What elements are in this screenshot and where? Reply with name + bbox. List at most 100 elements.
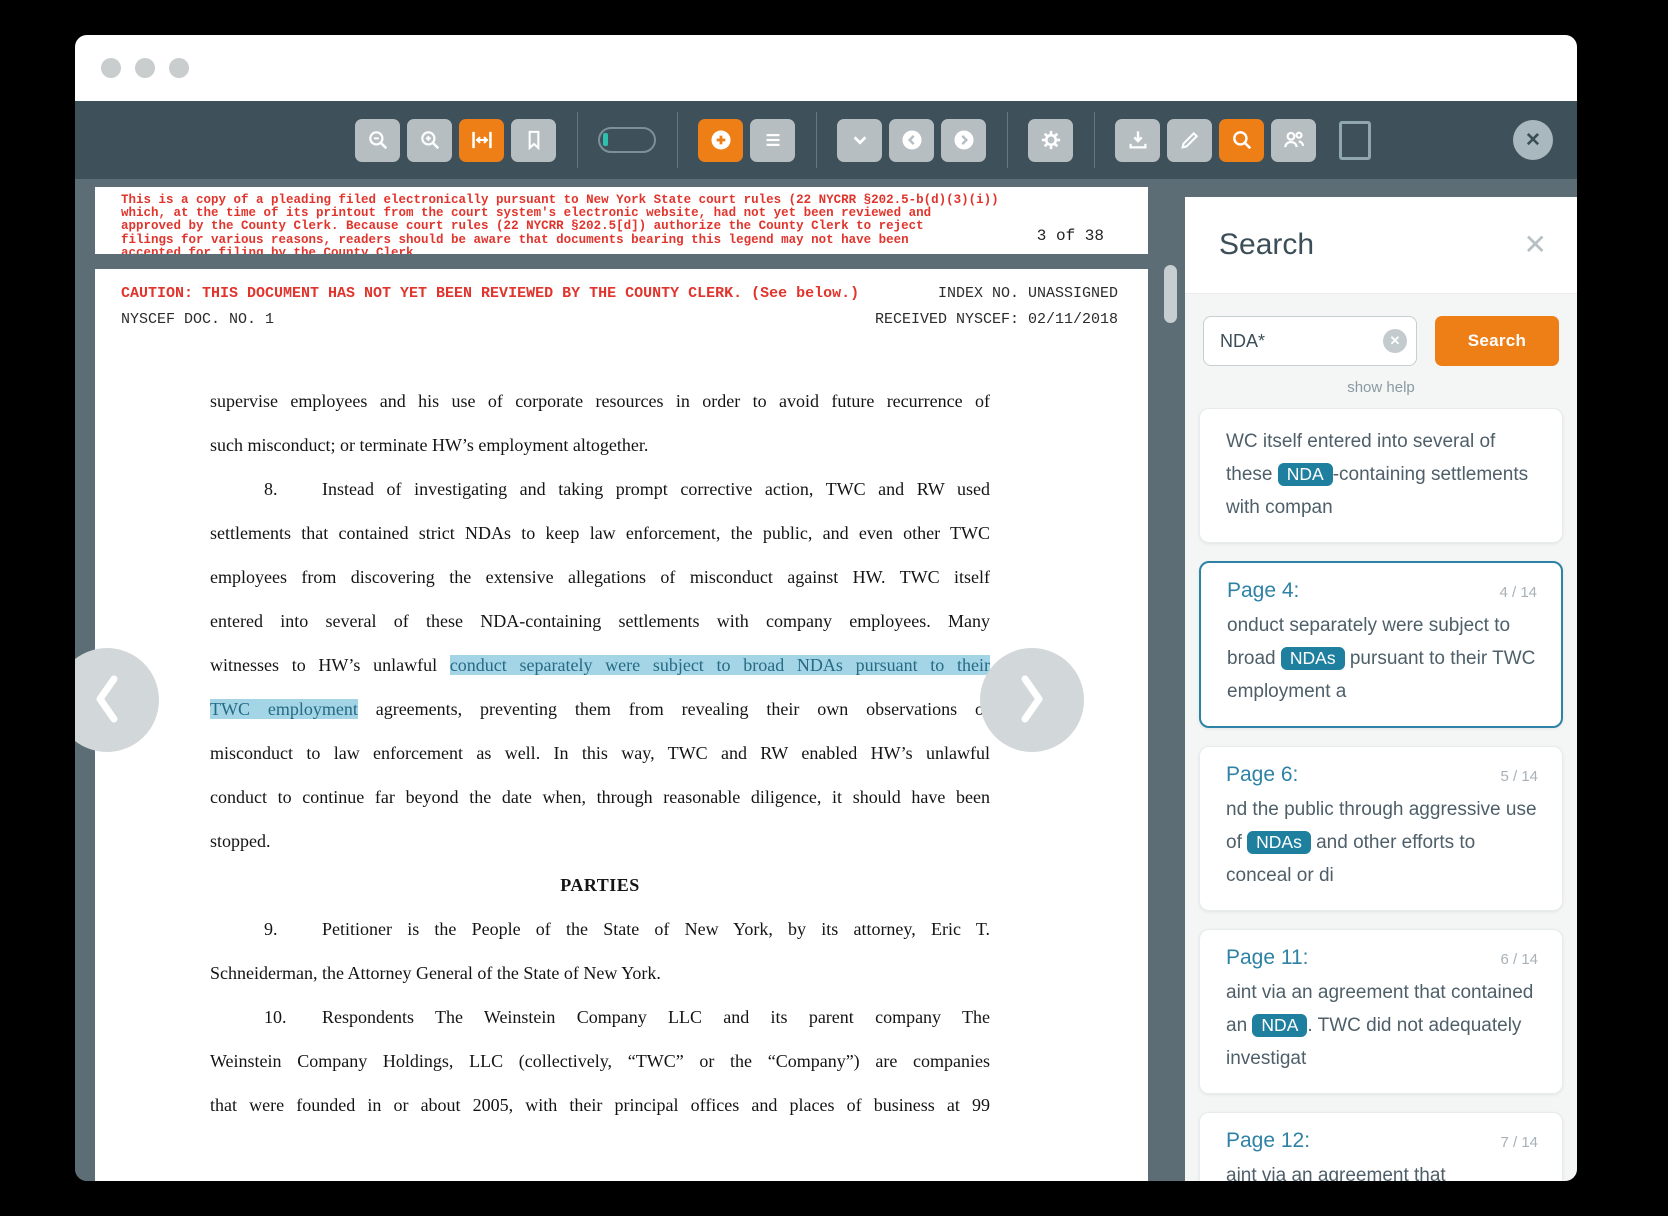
zoom-in-icon <box>417 127 443 153</box>
doc-number: NYSCEF DOC. NO. 1 <box>121 307 274 333</box>
settings-gear-icon <box>1038 127 1064 153</box>
doc-text: Instead of investigating and taking prom… <box>322 479 990 499</box>
doc-line: settlements that contained strict NDAs t… <box>210 511 990 555</box>
doc-line: that were founded in or about 2005, with… <box>210 1083 990 1127</box>
list-icon <box>760 127 786 153</box>
page-outline-icon <box>1339 121 1371 160</box>
download-icon <box>1125 127 1151 153</box>
search-result-card[interactable]: Page 11:6 / 14aint via an agreement that… <box>1199 929 1563 1094</box>
efiling-disclaimer: This is a copy of a pleading filed elect… <box>95 187 1148 254</box>
doc-text: Schneiderman, the Attorney General of th… <box>210 963 661 983</box>
search-icon <box>1229 127 1255 153</box>
doc-line: witnesses to HW’s unlawful conduct separ… <box>210 643 990 687</box>
chevron-down-button[interactable] <box>837 119 882 162</box>
doc-text: agreements, preventing them from reveali… <box>358 699 990 719</box>
window-control-close[interactable] <box>101 58 121 78</box>
result-page-label: Page 4: <box>1227 579 1299 603</box>
search-panel-header: Search ✕ <box>1185 197 1577 294</box>
doc-line: Weinstein Company Holdings, LLC (collect… <box>210 1039 990 1083</box>
toolbar-separator <box>677 112 678 168</box>
clear-search-icon[interactable]: ✕ <box>1383 329 1407 353</box>
next-page-button[interactable] <box>980 648 1084 752</box>
next-circle-button[interactable] <box>941 119 986 162</box>
doc-text: Weinstein Company Holdings, LLC (collect… <box>210 1051 990 1071</box>
result-count: 5 / 14 <box>1500 768 1538 785</box>
match-badge: NDAs <box>1281 647 1345 670</box>
list-button[interactable] <box>750 119 795 162</box>
toolbar: ✕ <box>75 101 1577 179</box>
toolbar-separator <box>1094 112 1095 168</box>
zoom-out-button[interactable] <box>355 119 400 162</box>
fit-width-button[interactable] <box>459 119 504 162</box>
edit-pencil-button[interactable] <box>1167 119 1212 162</box>
result-page-label: Page 11: <box>1226 946 1309 970</box>
prev-circle-button[interactable] <box>889 119 934 162</box>
viewer-close-button[interactable]: ✕ <box>1513 120 1553 160</box>
zoom-in-button[interactable] <box>407 119 452 162</box>
prev-circle-icon <box>899 127 925 153</box>
doc-section-heading: PARTIES <box>210 863 990 907</box>
doc-line: employees from discovering the extensive… <box>210 555 990 599</box>
result-page-label: Page 12: <box>1226 1129 1310 1153</box>
search-result-card[interactable]: Page 4:4 / 14onduct separately were subj… <box>1199 561 1563 728</box>
doc-text: Respondents The Weinstein Company LLC an… <box>322 1007 990 1027</box>
progress-pill-toggle[interactable] <box>598 127 656 153</box>
chevron-left-icon <box>90 673 124 728</box>
document-viewer: This is a copy of a pleading filed elect… <box>75 179 1185 1181</box>
doc-text: supervise employees and his use of corpo… <box>210 391 990 411</box>
toolbar-separator <box>1007 112 1008 168</box>
doc-line: supervise employees and his use of corpo… <box>210 379 990 423</box>
toolbar-items <box>355 112 1371 168</box>
result-card-header: Page 4: 4 / 14 <box>1227 579 1537 603</box>
result-snippet: WC itself entered into several of these … <box>1226 425 1538 524</box>
bookmark-button[interactable] <box>511 119 556 162</box>
index-number: INDEX NO. UNASSIGNED <box>938 281 1118 307</box>
window-control-zoom[interactable] <box>169 58 189 78</box>
users-button[interactable] <box>1271 119 1316 162</box>
search-result-card[interactable]: Page 6:5 / 14nd the public through aggre… <box>1199 746 1563 911</box>
search-highlight: conduct separately were subject to broad… <box>450 655 990 675</box>
search-input-wrap: ✕ <box>1203 316 1417 366</box>
fit-width-icon <box>469 127 495 153</box>
result-count: 6 / 14 <box>1500 951 1538 968</box>
snippet-text: aint via an agreement that <box>1226 1165 1446 1181</box>
search-row: ✕ Search <box>1185 316 1577 366</box>
chevron-down-icon <box>847 127 873 153</box>
doc-line: entered into several of these NDA-contai… <box>210 599 990 643</box>
content-area: This is a copy of a pleading filed elect… <box>75 179 1577 1181</box>
window-control-minimize[interactable] <box>135 58 155 78</box>
result-count: 4 / 14 <box>1499 584 1537 601</box>
paragraph-number: 9. <box>210 907 322 951</box>
doc-line: misconduct to law enforcement as well. I… <box>210 731 990 775</box>
add-button[interactable] <box>698 119 743 162</box>
match-badge: NDA <box>1252 1014 1307 1037</box>
search-result-card[interactable]: WC itself entered into several of these … <box>1199 408 1563 543</box>
doc-line: 10.Respondents The Weinstein Company LLC… <box>210 995 990 1039</box>
search-results-list: WC itself entered into several of these … <box>1185 408 1577 1181</box>
caution-line: CAUTION: THIS DOCUMENT HAS NOT YET BEEN … <box>121 281 859 307</box>
match-badge: NDAs <box>1247 831 1311 854</box>
search-button[interactable] <box>1219 119 1264 162</box>
show-help-link[interactable]: show help <box>1185 379 1577 396</box>
doc-text: Petitioner is the People of the State of… <box>322 919 990 939</box>
document-scrollbar-thumb[interactable] <box>1164 265 1177 323</box>
result-snippet: nd the public through aggressive use of … <box>1226 793 1538 892</box>
previous-page-footer: This is a copy of a pleading filed elect… <box>95 187 1148 254</box>
settings-gear-button[interactable] <box>1028 119 1073 162</box>
doc-line: such misconduct; or terminate HW’s emplo… <box>210 423 990 467</box>
paragraph-number: 10. <box>210 995 322 1039</box>
search-panel-close-button[interactable]: ✕ <box>1524 231 1547 259</box>
add-icon <box>708 127 734 153</box>
search-button[interactable]: Search <box>1435 316 1559 366</box>
doc-text: such misconduct; or terminate HW’s emplo… <box>210 435 648 455</box>
doc-text: witnesses to HW’s unlawful <box>210 655 450 675</box>
search-result-card[interactable]: Page 12:7 / 14aint via an agreement that <box>1199 1112 1563 1181</box>
doc-line: Schneiderman, the Attorney General of th… <box>210 951 990 995</box>
zoom-out-icon <box>365 127 391 153</box>
document-body: supervise employees and his use of corpo… <box>210 379 990 1127</box>
download-button[interactable] <box>1115 119 1160 162</box>
toolbar-separator <box>816 112 817 168</box>
doc-line: conduct to continue far beyond the date … <box>210 775 990 819</box>
edit-pencil-icon <box>1177 127 1203 153</box>
doc-line: 8.Instead of investigating and taking pr… <box>210 467 990 511</box>
